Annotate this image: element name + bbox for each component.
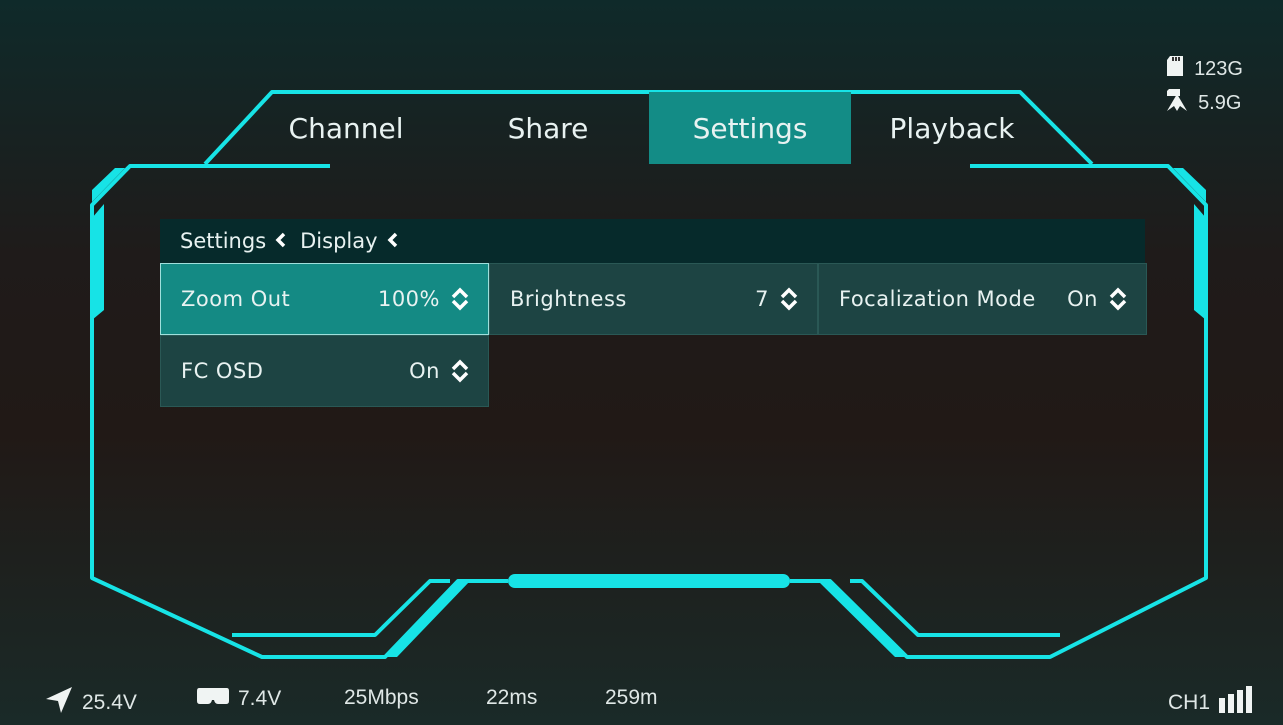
channel-item: CH1 [1168,686,1254,720]
tab-share[interactable]: Share [447,92,649,164]
tab-playback[interactable]: Playback [851,92,1053,164]
setting-brightness[interactable]: Brightness 7 [489,263,818,335]
drone-voltage-item: 25.4V [44,686,137,720]
setting-value: On [409,359,440,383]
chevron-down-icon [780,299,798,311]
recorded-capacity: 5.9G [1198,91,1242,114]
tab-settings[interactable]: Settings [649,92,851,164]
storage-indicators: 123G 5.9G [1166,52,1243,120]
setting-label: FC OSD [181,359,264,383]
setting-value: On [1067,287,1098,311]
setting-focalization-mode[interactable]: Focalization Mode On [818,263,1147,335]
goggles-icon [196,686,230,712]
setting-label: Focalization Mode [839,287,1036,311]
drone-voltage: 25.4V [82,691,137,714]
breadcrumb-settings[interactable]: Settings [180,229,266,253]
chevron-up-icon [1109,287,1127,299]
setting-value: 7 [755,287,769,311]
chevron-up-icon [451,287,469,299]
setting-value: 100% [377,287,440,311]
setting-label: Brightness [510,287,627,311]
settings-panel: Settings Display Zoom Out 100% Brightnes… [160,219,1147,407]
latency: 22ms [486,686,538,709]
channel-label: CH1 [1168,691,1211,714]
goggle-voltage: 7.4V [238,687,282,710]
up-down-stepper[interactable] [1108,287,1128,311]
chevron-down-icon [451,371,469,383]
chevron-down-icon [451,299,469,311]
status-bar: 25.4V 7.4V 25Mbps 22ms 259m CH1 [0,676,1283,722]
drone-direction-icon [44,686,74,720]
setting-label: Zoom Out [181,287,291,311]
distance: 259m [605,686,658,709]
chevron-left-icon [386,229,398,253]
sd-card-icon [1166,55,1184,83]
up-down-stepper[interactable] [450,287,470,311]
chevron-up-icon [451,359,469,371]
sd-card-capacity: 123G [1194,57,1243,80]
bitrate: 25Mbps [344,686,419,709]
top-tabs: Channel Share Settings Playback [245,92,1055,164]
signal-bars-icon [1218,686,1254,720]
settings-grid: Zoom Out 100% Brightness 7 Focalization … [160,263,1147,407]
up-down-stepper[interactable] [450,359,470,383]
chevron-up-icon [780,287,798,299]
breadcrumb-display[interactable]: Display [300,229,377,253]
setting-fc-osd[interactable]: FC OSD On [160,335,489,407]
setting-zoom-out[interactable]: Zoom Out 100% [160,263,489,335]
chevron-left-icon [274,229,286,253]
up-down-stepper[interactable] [779,287,799,311]
tab-channel[interactable]: Channel [245,92,447,164]
recorded-storage-icon [1166,88,1188,118]
goggle-voltage-item: 7.4V [196,686,281,712]
chevron-down-icon [1109,299,1127,311]
breadcrumb: Settings Display [160,219,1145,263]
